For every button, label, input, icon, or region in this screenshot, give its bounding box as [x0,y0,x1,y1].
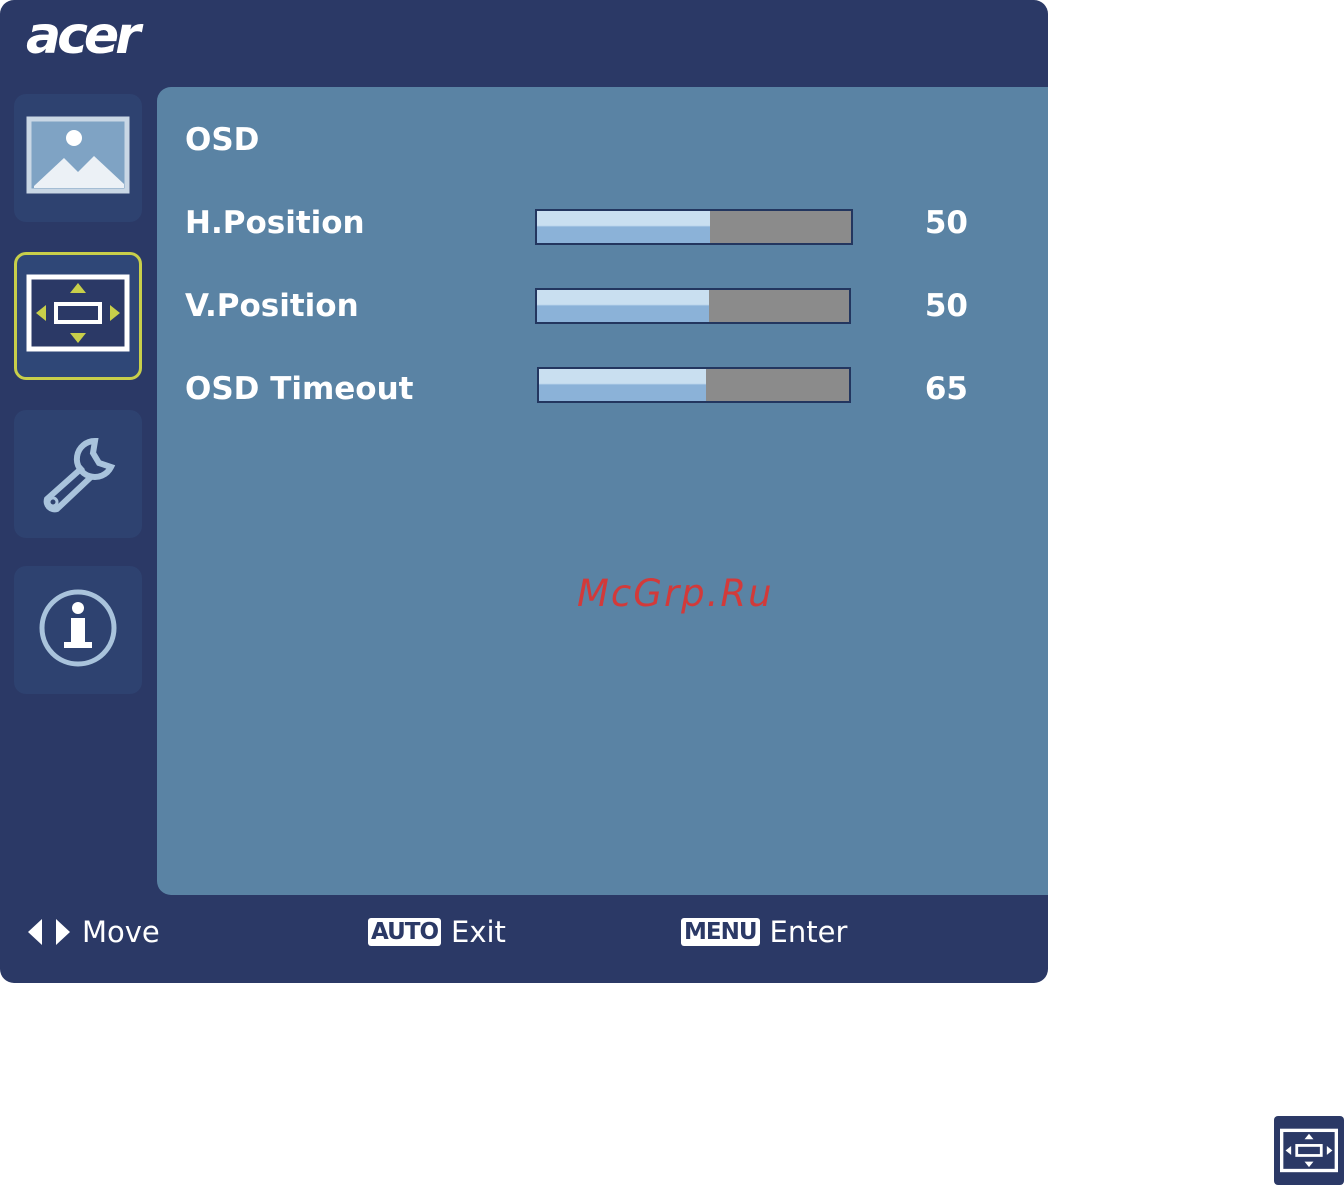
v-position-label: V.Position [185,288,359,324]
osd-timeout-label: OSD Timeout [185,371,414,407]
v-position-value: 50 [924,288,968,324]
info-icon [36,586,120,674]
osd-menu-window: acer OSD H.Position 50 V.Position 50 OSD… [0,0,1048,983]
move-label: Move [82,915,160,949]
osd-settings-panel: OSD H.Position 50 V.Position 50 OSD Time… [157,87,1048,895]
v-position-slider[interactable] [535,288,851,324]
osd-footer: Move AUTO Exit MENU Enter [0,895,1048,983]
osd-timeout-slider-fill [539,369,707,401]
position-icon [26,274,130,358]
h-position-slider-fill [537,211,710,243]
footer-move-hint: Move [28,915,160,949]
footer-enter-hint: MENU Enter [681,915,847,949]
sidebar-item-setup[interactable] [14,410,142,538]
v-position-slider-fill [537,290,709,322]
sidebar-item-position[interactable] [14,252,142,380]
auto-key-badge: AUTO [368,918,442,946]
panel-title: OSD [185,122,260,158]
h-position-slider[interactable] [535,209,853,245]
exit-label: Exit [451,915,506,949]
enter-label: Enter [769,915,848,949]
h-position-value: 50 [924,205,968,241]
sidebar-item-information[interactable] [14,566,142,694]
h-position-label: H.Position [185,205,365,241]
menu-key-badge: MENU [681,918,760,946]
footer-exit-hint: AUTO Exit [368,915,506,949]
osd-timeout-slider[interactable] [537,367,851,403]
position-thumbnail-icon [1274,1116,1344,1185]
sidebar-item-picture[interactable] [14,94,142,222]
osd-timeout-value: 65 [924,371,968,407]
picture-icon [26,116,130,200]
wrench-icon [33,427,123,521]
left-right-arrows-icon [28,917,70,947]
watermark-text: McGrp.Ru [577,572,774,615]
acer-logo: acer [26,6,141,66]
